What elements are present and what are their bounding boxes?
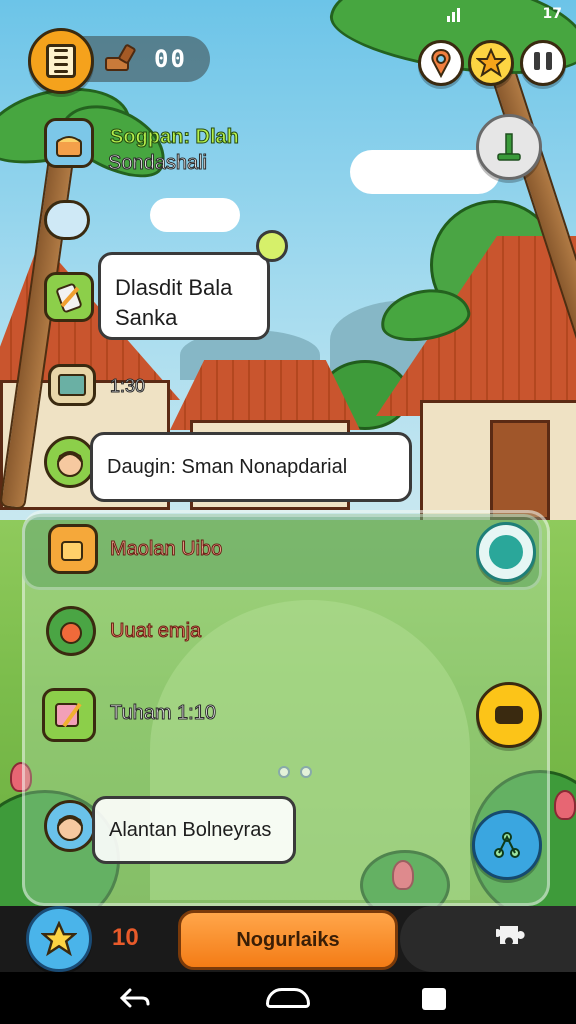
villager-face-icon — [57, 815, 83, 841]
settings-button[interactable] — [490, 916, 542, 964]
task-icon-puzzle — [48, 524, 98, 574]
bubble-line: Dlasdit Bala — [115, 275, 233, 300]
map-pin-icon — [431, 48, 451, 78]
task-row-selected[interactable] — [22, 514, 542, 590]
house-door — [490, 420, 550, 520]
quest-log-button[interactable] — [28, 28, 94, 94]
task-icon-fruit — [46, 606, 96, 656]
hammer-icon — [105, 44, 136, 71]
quest-bubble: Dlasdit Bala Sanka — [98, 252, 270, 340]
star-icon — [476, 48, 506, 78]
back-icon[interactable] — [118, 986, 152, 1010]
bottom-bar-right — [400, 906, 576, 972]
star-rewards-button[interactable] — [26, 906, 92, 972]
chat-icon — [495, 706, 523, 724]
battery-level: 17 — [542, 6, 562, 22]
home-icon[interactable] — [266, 988, 310, 1008]
main-action-button[interactable]: Nogurlaiks — [178, 910, 398, 970]
page-indicator — [278, 766, 312, 778]
quest-subtitle: Sondashali — [108, 152, 208, 175]
flower — [554, 790, 576, 820]
leaf-icon — [489, 535, 523, 569]
cloud-icon — [44, 200, 90, 240]
crate-icon — [58, 374, 86, 396]
recents-icon[interactable] — [422, 988, 446, 1010]
star-count: 10 — [112, 924, 139, 951]
chat-button[interactable] — [476, 682, 542, 748]
upload-icon — [497, 133, 521, 161]
dialogue-bubble: Alantan Bolneyras — [92, 796, 296, 864]
favorites-button[interactable] — [468, 40, 514, 86]
signal-bar — [447, 16, 450, 22]
location-pin-icon — [256, 230, 288, 262]
villager-avatar[interactable] — [44, 436, 96, 488]
share-button[interactable] — [472, 810, 542, 880]
cake-icon — [56, 136, 82, 157]
quest-icon-tools[interactable] — [44, 272, 94, 322]
star-icon — [41, 921, 77, 957]
puzzle-icon — [496, 926, 525, 944]
cloud — [150, 198, 240, 232]
share-icon — [494, 832, 520, 858]
upload-button[interactable] — [476, 114, 542, 180]
map-pin-button[interactable] — [418, 40, 464, 86]
book-icon — [55, 702, 82, 728]
task-label[interactable]: Tuham 1:10 — [110, 702, 217, 725]
quest-title: Sogpan: Dlah — [110, 126, 240, 149]
task-icon-book — [42, 688, 96, 742]
villager-avatar[interactable] — [44, 800, 96, 852]
villager-face-icon — [57, 451, 83, 477]
tomato-icon — [60, 622, 82, 644]
tools-icon — [56, 283, 82, 313]
puzzle-piece-icon — [61, 541, 83, 561]
list-icon — [46, 44, 76, 78]
pause-button[interactable] — [520, 40, 566, 86]
task-label[interactable]: Uuat emja — [109, 620, 201, 643]
quest-timer: 1:30 — [109, 376, 146, 397]
task-label[interactable]: Maolan Uibo — [109, 538, 222, 561]
accept-task-button[interactable] — [476, 522, 536, 582]
quest-icon-crate[interactable] — [48, 364, 96, 406]
bubble-line: Sanka — [115, 305, 178, 330]
resource-count: 00 — [154, 45, 187, 73]
signal-bar — [457, 8, 460, 22]
signal-bar — [452, 12, 455, 22]
pause-icon — [531, 52, 555, 74]
dialogue-bubble: Daugin: Sman Nonapdarial — [90, 432, 412, 502]
quest-icon-cake[interactable] — [44, 118, 94, 168]
